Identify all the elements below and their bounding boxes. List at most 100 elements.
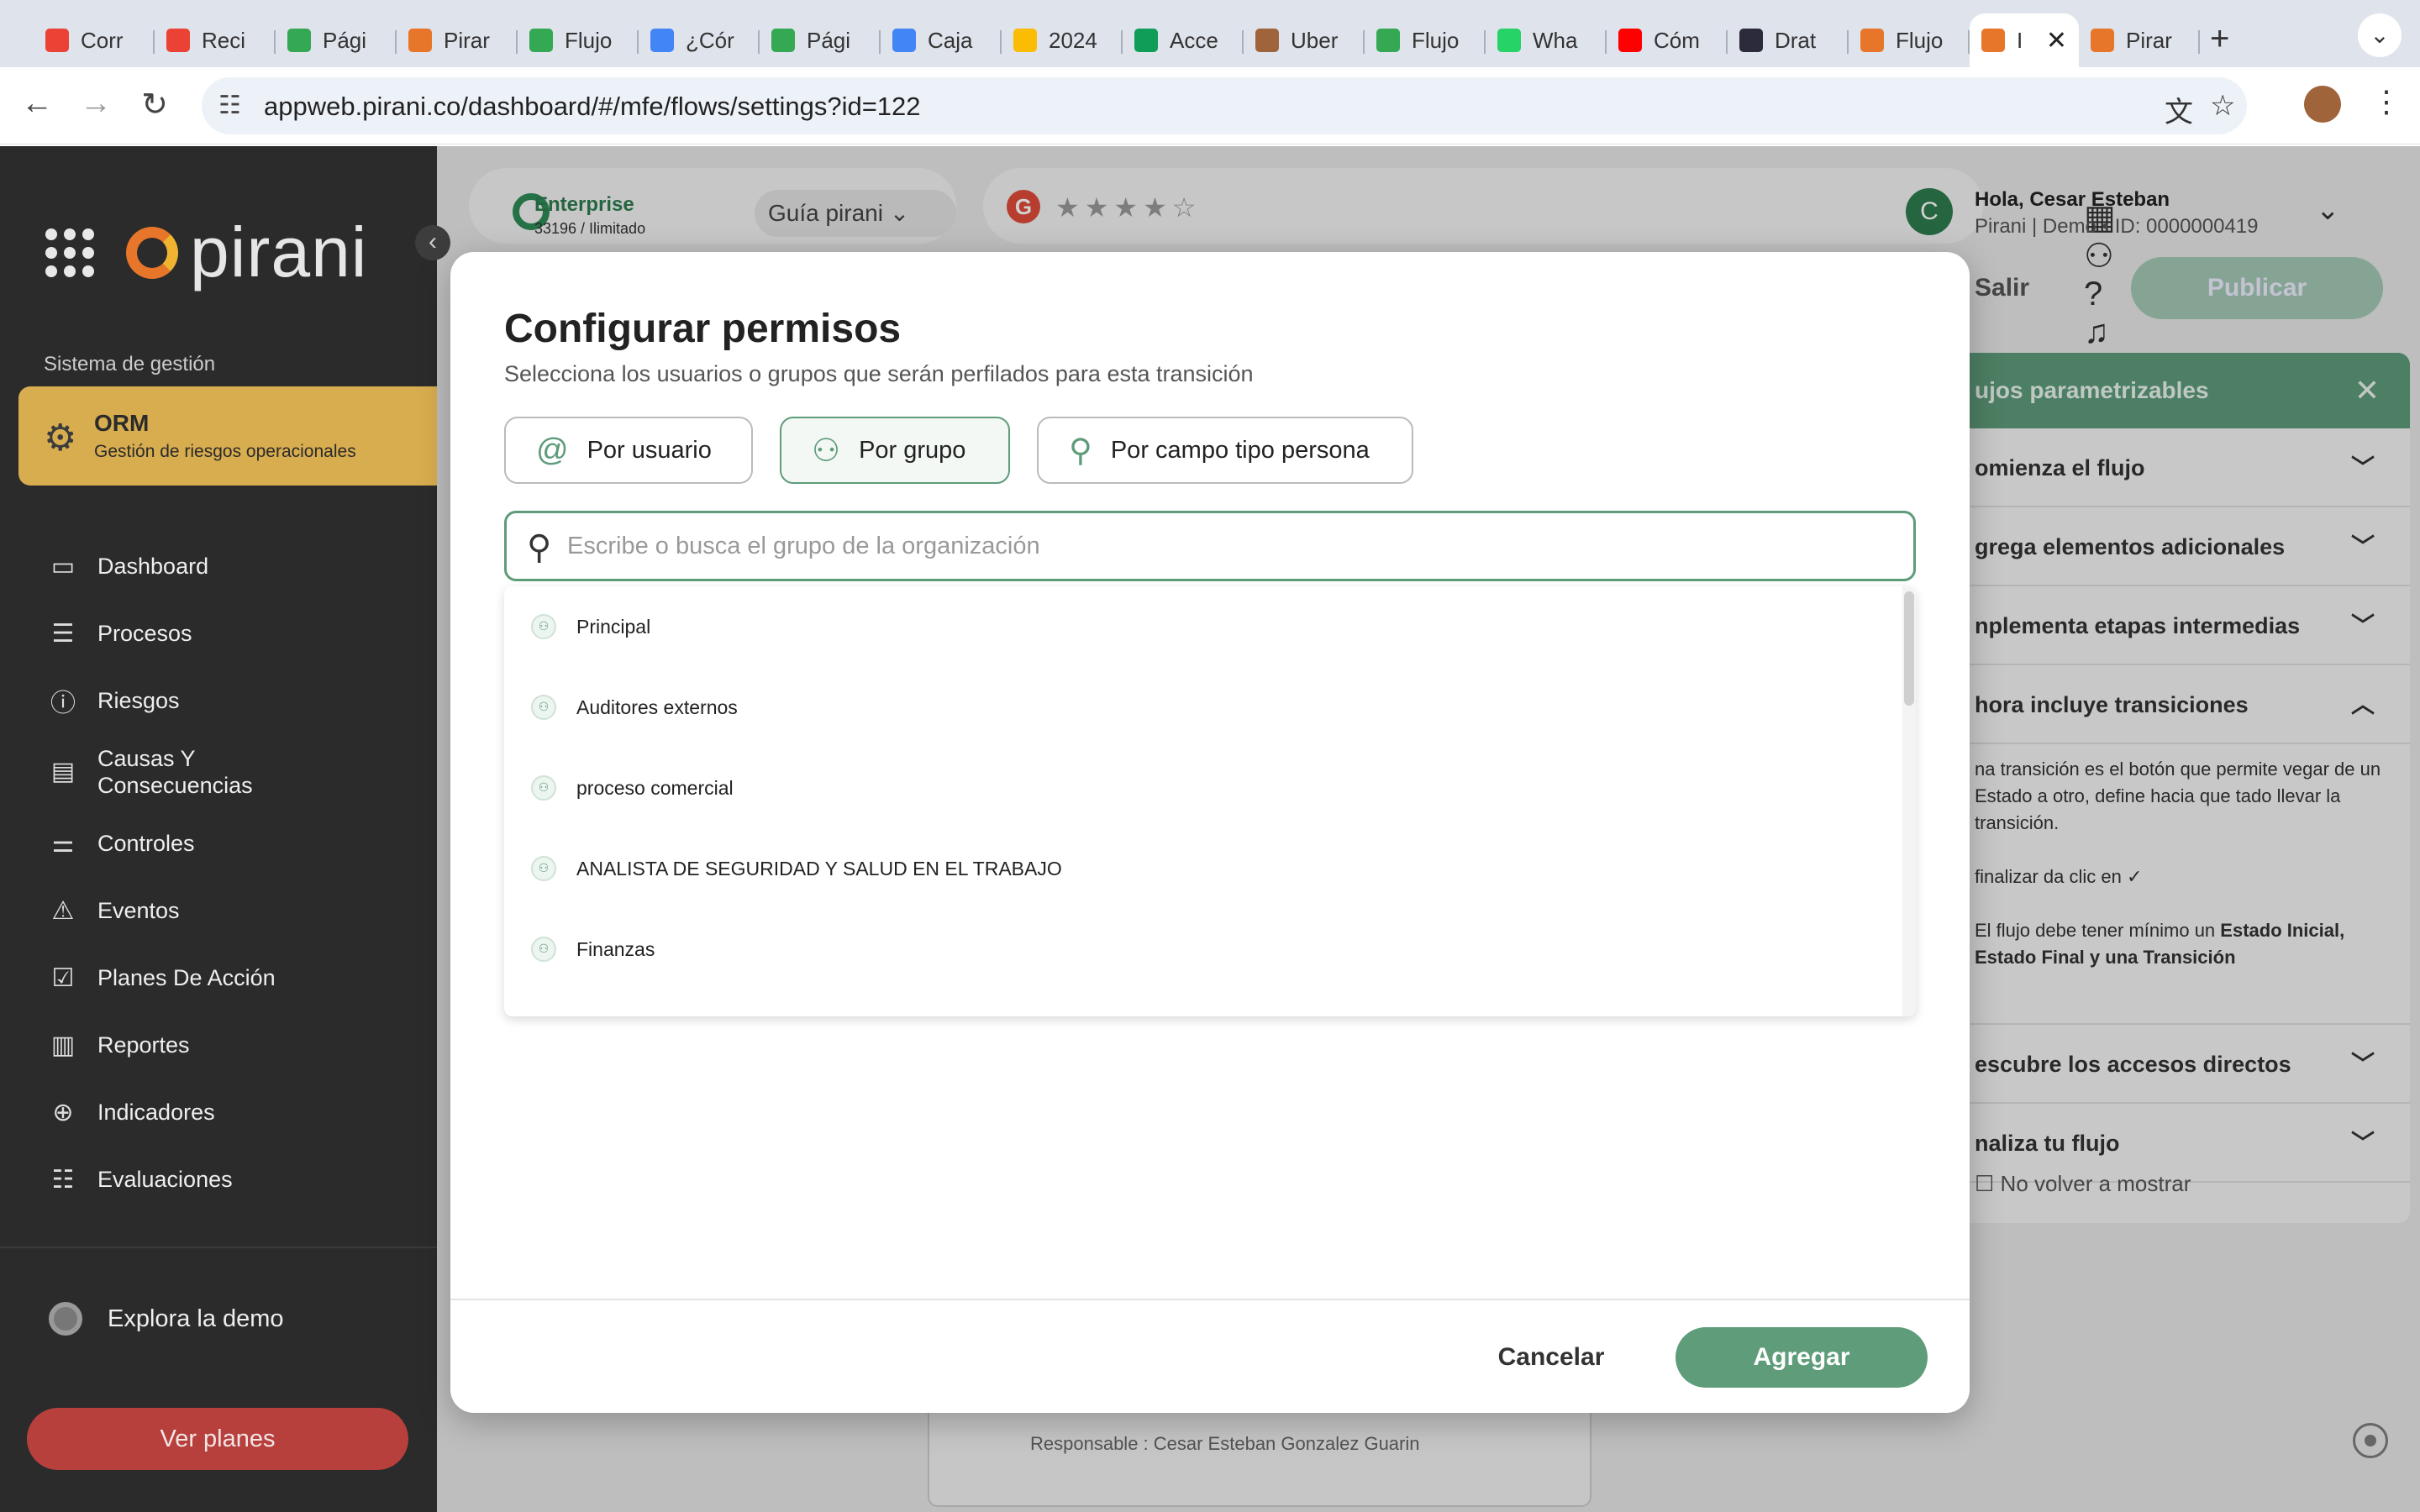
apps-grid-icon[interactable] — [45, 228, 94, 277]
tab-label: Caja — [928, 27, 973, 53]
tab-favicon-icon — [1739, 29, 1763, 52]
group-list-item[interactable]: ⚇ Auditores externos — [504, 667, 1916, 748]
browser-tab[interactable]: Corr — [34, 13, 155, 67]
tab-label: Reci — [202, 27, 246, 53]
group-list-item[interactable]: ⚇ ANALISTA DE SEGURIDAD Y SALUD EN EL TRA… — [504, 828, 1916, 909]
tab-label: I — [2017, 27, 2023, 53]
scrollbar-thumb[interactable] — [1904, 591, 1914, 706]
browser-tab[interactable]: Pági — [760, 13, 881, 67]
sidebar-item[interactable]: ▤ Causas Y Consecuencias — [0, 734, 437, 810]
star-icon[interactable]: ☆ — [2210, 89, 2235, 123]
tab-label: Flujo — [1412, 27, 1460, 53]
sidebar-item[interactable]: ☑ Planes De Acción — [0, 944, 437, 1011]
browser-tab[interactable]: Caja — [881, 13, 1002, 67]
tab-label: Flujo — [1896, 27, 1944, 53]
browser-menu-icon[interactable]: ⋮ — [2371, 84, 2402, 119]
sidebar: pirani ‹ Sistema de gestión ⚙ ORM Gestió… — [0, 146, 455, 1512]
sidebar-item[interactable]: ⓘ Riesgos — [0, 667, 437, 734]
sidebar-item-label: Eventos — [97, 897, 180, 923]
collapse-sidebar-button[interactable]: ‹ — [415, 225, 450, 260]
group-name: Finanzas — [576, 937, 655, 960]
list-scrollbar[interactable] — [1902, 586, 1916, 1016]
reload-button[interactable]: ↻ — [134, 86, 175, 123]
tab-favicon-icon — [529, 29, 553, 52]
browser-tab[interactable]: Flujo — [1365, 13, 1486, 67]
browser-tab[interactable]: Flujo — [518, 13, 639, 67]
sidebar-item-label: Procesos — [97, 620, 192, 646]
sidebar-item[interactable]: ⚠ Eventos — [0, 877, 437, 944]
back-button[interactable]: ← — [17, 86, 57, 122]
option-by-group[interactable]: ⚇ Por grupo — [780, 417, 1010, 484]
option-by-user[interactable]: @ Por usuario — [504, 417, 753, 484]
option-by-person-field[interactable]: ⚲ Por campo tipo persona — [1037, 417, 1413, 484]
sidebar-menu: ▭ Dashboard ☰ Procesos ⓘ Riesgos ▤ Causas Y Con… — [0, 533, 437, 1213]
sidebar-item-label: Evaluaciones — [97, 1166, 233, 1192]
group-icon: ⚇ — [812, 433, 841, 469]
add-button[interactable]: Agregar — [1676, 1327, 1928, 1388]
tab-favicon-icon — [2091, 29, 2114, 52]
modal-subtitle: Selecciona los usuarios o grupos que ser… — [504, 361, 1254, 386]
record-icon[interactable] — [2353, 1423, 2388, 1458]
browser-tab[interactable]: Acce — [1123, 13, 1244, 67]
browser-tab[interactable]: Pirar — [397, 13, 518, 67]
tab-favicon-icon — [1860, 29, 1884, 52]
toolbar: ← → ↻ ☷ appweb.pirani.co/dashboard/#/mfe… — [0, 67, 2420, 144]
forward-button[interactable]: → — [76, 86, 116, 122]
group-name: proceso comercial — [576, 776, 734, 799]
modal-footer-divider — [450, 1299, 1970, 1300]
browser-tab[interactable]: Drat — [1728, 13, 1849, 67]
address-bar[interactable]: ☷ appweb.pirani.co/dashboard/#/mfe/flows… — [202, 77, 2247, 134]
group-list-item[interactable]: ⚇ Finanzas — [504, 909, 1916, 990]
profile-avatar[interactable] — [2304, 86, 2341, 123]
tab-label: Flujo — [565, 27, 613, 53]
browser-tab[interactable]: Flujo — [1849, 13, 1970, 67]
sidebar-item-label: Causas Y Consecuencias — [97, 746, 253, 798]
tab-label: Corr — [81, 27, 124, 53]
sidebar-item-label: Controles — [97, 830, 195, 856]
site-info-icon[interactable]: ☷ — [218, 91, 241, 120]
browser-tab[interactable]: Uber — [1244, 13, 1365, 67]
module-subtitle: Gestión de riesgos operacionales — [94, 442, 356, 461]
see-plans-button[interactable]: Ver planes — [27, 1408, 408, 1470]
group-list-item[interactable]: ⚇ proceso comercial — [504, 748, 1916, 828]
alert-circle-icon: ⓘ — [50, 690, 76, 717]
browser-tab[interactable]: ¿Cór — [639, 13, 760, 67]
browser-tab[interactable]: Cóm — [1607, 13, 1728, 67]
tab-favicon-icon — [1981, 29, 2005, 52]
translate-icon[interactable]: 文 — [2165, 89, 2193, 130]
group-icon: ⚇ — [531, 695, 556, 720]
pirani-mark-icon — [126, 226, 178, 279]
browser-tab[interactable]: Reci — [155, 13, 276, 67]
sidebar-item[interactable]: ▥ Reportes — [0, 1011, 437, 1079]
group-search-input[interactable] — [567, 525, 1878, 567]
tab-label: Pági — [807, 27, 851, 53]
tab-label: Uber — [1291, 27, 1339, 53]
close-tab-icon[interactable]: ✕ — [2046, 26, 2067, 55]
tab-favicon-icon — [166, 29, 190, 52]
browser-tab[interactable]: Wha — [1486, 13, 1607, 67]
sidebar-item[interactable]: ⊕ Indicadores — [0, 1079, 437, 1146]
new-tab-button[interactable]: + — [2210, 13, 2229, 67]
browser-tab[interactable]: I ✕ — [1970, 13, 2079, 67]
sidebar-item[interactable]: ⚌ Controles — [0, 810, 437, 877]
demo-icon — [49, 1302, 82, 1336]
browser-tab[interactable]: Pági — [276, 13, 397, 67]
tab-search-button[interactable]: ⌄ — [2358, 13, 2402, 57]
sidebar-item-label: Planes De Acción — [97, 964, 276, 990]
group-dropdown-list: ⚇ Principal ⚇ Auditores externos ⚇ proceso co… — [504, 586, 1916, 1016]
tab-favicon-icon — [1497, 29, 1521, 52]
browser-tab[interactable]: 2024 — [1002, 13, 1123, 67]
person-icon: ⚲ — [1069, 433, 1092, 469]
sidebar-item[interactable]: ☰ Procesos — [0, 600, 437, 667]
checklist-icon: ☷ — [51, 1165, 75, 1194]
group-name: ANALISTA DE SEGURIDAD Y SALUD EN EL TRAB… — [576, 857, 1062, 879]
brand-name: pirani — [190, 213, 368, 291]
module-orm[interactable]: ⚙ ORM Gestión de riesgos operacionales — [18, 386, 455, 486]
group-icon: ⚇ — [531, 937, 556, 962]
cancel-button[interactable]: Cancelar — [1442, 1327, 1660, 1388]
browser-tab[interactable]: Pirar — [2079, 13, 2200, 67]
sidebar-item[interactable]: ☷ Evaluaciones — [0, 1146, 437, 1213]
explore-demo-link[interactable]: Explora la demo — [49, 1302, 284, 1336]
sidebar-item[interactable]: ▭ Dashboard — [0, 533, 437, 600]
group-list-item[interactable]: ⚇ Principal — [504, 586, 1916, 667]
